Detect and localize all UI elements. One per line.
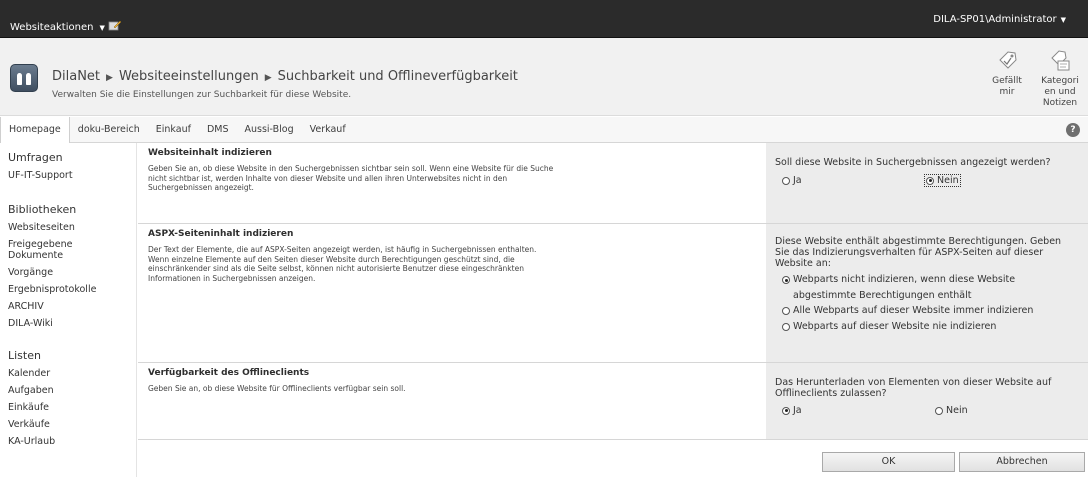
nav-item-ka-urlaub[interactable]: KA-Urlaub (8, 433, 136, 450)
nav-item-dila-wiki[interactable]: DILA-Wiki (8, 315, 136, 332)
radio-label: Alle Webparts auf dieser Website immer i… (793, 305, 1034, 316)
like-tag-icon (999, 51, 1017, 69)
nav-item-aufgaben[interactable]: Aufgaben (8, 382, 136, 399)
section-heading: Websiteinhalt indizieren (148, 148, 272, 158)
tab-homepage[interactable]: Homepage (0, 116, 70, 143)
user-name: DILA-SP01\Administrator (933, 14, 1057, 25)
section-text: Geben Sie an, ob diese Website in den Su… (148, 164, 554, 192)
tags-notes-button[interactable]: Kategori en und Notizen (1038, 50, 1082, 109)
section-description: Verfügbarkeit des Offlineclients Geben S… (138, 363, 766, 439)
tags-label-3: Notizen (1042, 98, 1078, 108)
tags-label-2: en und (1044, 87, 1076, 97)
section-question: Das Herunterladen von Elementen von dies… (775, 377, 1052, 399)
nav-item-label: Freigegebene (8, 239, 73, 250)
breadcrumb-separator-icon: ▶ (106, 73, 113, 83)
nav-item-label: Dokumente (8, 250, 64, 261)
site-actions-label: Websiteaktionen (10, 22, 94, 33)
breadcrumb-site-settings[interactable]: Websiteeinstellungen (119, 69, 259, 84)
page-description: Verwalten Sie die Einstellungen zur Such… (52, 90, 352, 100)
radio-button[interactable] (782, 323, 790, 331)
radio-button[interactable] (935, 406, 943, 415)
radio-button[interactable] (926, 176, 934, 185)
nav-item-ergebnisprotokolle[interactable]: Ergebnisprotokolle (8, 281, 136, 298)
nav-item-einkaeufe[interactable]: Einkäufe (8, 399, 136, 416)
quick-launch: Umfragen UF-IT-Support Bibliotheken Webs… (0, 143, 137, 477)
tab-doku-bereich[interactable]: doku-Bereich (70, 117, 148, 143)
section-controls: Das Herunterladen von Elementen von dies… (766, 363, 1088, 439)
radio-label: Webparts nicht indizieren, wenn diese We… (793, 274, 1016, 301)
radio-offline-ja[interactable]: Ja (775, 405, 935, 416)
like-button[interactable]: Gefällt mir (990, 50, 1024, 98)
radio-label: Ja (793, 405, 802, 416)
section-question: Soll diese Website in Suchergebnissen an… (775, 157, 1051, 168)
section-heading: Verfügbarkeit des Offlineclients (148, 368, 310, 378)
section-heading: ASPX-Seiteninhalt indizieren (148, 229, 294, 239)
radio-label: Webparts auf dieser Website nie indizier… (793, 321, 997, 332)
breadcrumb-current: Suchbarkeit und Offlineverfügbarkeit (277, 69, 518, 84)
radio-button[interactable] (782, 307, 790, 315)
caret-down-icon: ▼ (99, 23, 105, 32)
tab-dms[interactable]: DMS (199, 117, 237, 143)
nav-item-kalender[interactable]: Kalender (8, 365, 136, 382)
site-logo-icon[interactable] (10, 64, 38, 92)
radio-label: Nein (946, 405, 968, 416)
section-question: Diese Website enthält abgestimmte Berech… (775, 236, 1062, 269)
nav-header-umfragen[interactable]: Umfragen (8, 149, 136, 167)
site-actions-menu[interactable]: Websiteaktionen ▼ (10, 22, 105, 33)
breadcrumb-site[interactable]: DilaNet (52, 69, 100, 84)
section-description: ASPX-Seiteninhalt indizieren Der Text de… (138, 224, 766, 362)
nav-item-verkaeufe[interactable]: Verkäufe (8, 416, 136, 433)
nav-item-uf-it-support[interactable]: UF-IT-Support (8, 167, 136, 184)
radio-button[interactable] (782, 276, 790, 284)
section-text: Der Text der Elemente, die auf ASPX-Seit… (148, 245, 537, 283)
page-title: DilaNet ▶ Websiteeinstellungen ▶ Suchbarkeit… (52, 69, 518, 84)
ribbon-bar: Websiteaktionen ▼ DILA-SP01\Administrato… (0, 0, 1088, 38)
section-description: Websiteinhalt indizieren Geben Sie an, o… (138, 143, 766, 223)
like-label-2: mir (999, 87, 1015, 97)
section-index-aspx: ASPX-Seiteninhalt indizieren Der Text de… (138, 224, 1088, 363)
radio-aspx-no-index[interactable]: Webparts nicht indizieren, wenn diese We… (775, 272, 1045, 304)
radio-search-nein[interactable]: Nein (924, 174, 961, 187)
radio-label: Ja (793, 175, 802, 186)
nav-item-archiv[interactable]: ARCHIV (8, 298, 136, 315)
section-text: Geben Sie an, ob diese Website für Offli… (148, 384, 406, 393)
title-area: DilaNet ▶ Websiteeinstellungen ▶ Suchbarkeit… (0, 38, 1088, 116)
breadcrumb-separator-icon: ▶ (264, 73, 272, 83)
radio-search-ja[interactable]: Ja (775, 175, 925, 186)
tab-einkauf[interactable]: Einkauf (148, 117, 199, 143)
nav-header-listen[interactable]: Listen (8, 347, 136, 365)
edit-page-icon[interactable] (108, 19, 122, 31)
radio-aspx-always-index[interactable]: Alle Webparts auf dieser Website immer i… (775, 304, 1079, 318)
radio-offline-nein[interactable]: Nein (935, 405, 968, 416)
help-icon[interactable]: ? (1066, 123, 1080, 137)
nav-item-vorgaenge[interactable]: Vorgänge (8, 264, 136, 281)
nav-item-websiteseiten[interactable]: Websiteseiten (8, 219, 136, 236)
radio-aspx-never-index[interactable]: Webparts auf dieser Website nie indizier… (775, 320, 1079, 334)
tags-notes-icon (1051, 50, 1070, 71)
top-navigation: Homepage doku-Bereich Einkauf DMS Aussi-… (0, 116, 1088, 143)
like-label-1: Gefällt (992, 76, 1022, 86)
ok-button[interactable]: OK (822, 452, 955, 472)
cancel-button[interactable]: Abbrechen (959, 452, 1085, 472)
nav-item-freigegebene-dokumente[interactable]: Freigegebene Dokumente (8, 239, 136, 261)
section-controls: Diese Website enthält abgestimmte Berech… (766, 224, 1088, 362)
tags-label-1: Kategori (1041, 76, 1079, 86)
tab-verkauf[interactable]: Verkauf (302, 117, 354, 143)
tab-aussi-blog[interactable]: Aussi-Blog (236, 117, 301, 143)
section-offline-client: Verfügbarkeit des Offlineclients Geben S… (138, 363, 1088, 440)
nav-header-bibliotheken[interactable]: Bibliotheken (8, 201, 136, 219)
radio-label: Nein (937, 175, 959, 186)
caret-down-icon: ▼ (1060, 15, 1066, 24)
radio-button[interactable] (782, 406, 790, 415)
user-menu[interactable]: DILA-SP01\Administrator ▼ (933, 14, 1066, 25)
section-index-site: Websiteinhalt indizieren Geben Sie an, o… (138, 143, 1088, 224)
section-controls: Soll diese Website in Suchergebnissen an… (766, 143, 1088, 223)
radio-button[interactable] (782, 176, 790, 185)
